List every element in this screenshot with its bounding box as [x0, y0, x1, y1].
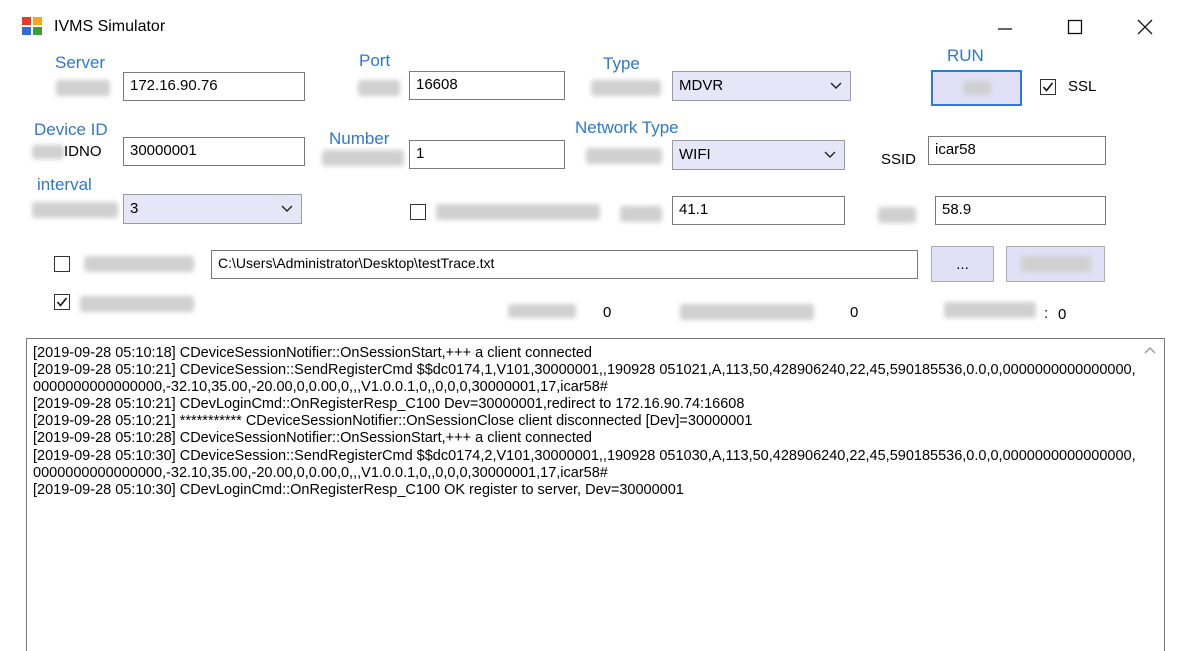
- annotation-type: Type: [603, 54, 640, 73]
- type-combobox[interactable]: MDVR: [672, 71, 851, 101]
- log-line: [2019-09-28 05:10:21] CDevLoginCmd::OnRe…: [33, 396, 745, 413]
- annotation-server: Server: [55, 53, 106, 72]
- interval-combobox-value: 3: [130, 200, 139, 217]
- count-2-value: 0: [850, 304, 859, 321]
- chevron-down-icon: [830, 82, 842, 89]
- count-3-value: 0: [1058, 306, 1067, 323]
- longitude-input[interactable]: 41.1: [672, 196, 845, 225]
- blurred-label-network-type: [586, 148, 662, 164]
- annotation-network-type: Network Type: [575, 118, 679, 137]
- port-input[interactable]: 16608: [409, 71, 565, 100]
- annotation-interval: interval: [37, 175, 92, 194]
- log-lines: [2019-09-28 05:10:18] CDeviceSessionNoti…: [33, 345, 1143, 499]
- ssl-label: SSL: [1068, 78, 1097, 95]
- annotation-port: Port: [359, 51, 391, 70]
- fixed-position-checkbox[interactable]: [410, 204, 426, 220]
- check-icon: [1042, 82, 1054, 92]
- ssid-input[interactable]: icar58: [928, 136, 1106, 165]
- blurred-label-fixed-position: [436, 204, 600, 220]
- log-textarea[interactable]: [2019-09-28 05:10:18] CDeviceSessionNoti…: [26, 338, 1165, 651]
- blurred-label-server: [56, 80, 110, 96]
- window-title: IVMS Simulator: [54, 18, 166, 35]
- latitude-input[interactable]: 58.9: [935, 196, 1106, 225]
- chevron-down-icon: [281, 205, 293, 212]
- annotation-run: RUN: [947, 46, 984, 65]
- close-icon[interactable]: [1122, 10, 1168, 44]
- blurred-label-type: [591, 80, 661, 96]
- app-icon: [22, 17, 42, 35]
- main-window: IVMS Simulator Server Port Type RUN Devi…: [0, 0, 1189, 651]
- chevron-down-icon: [824, 151, 836, 158]
- run-button[interactable]: [931, 70, 1022, 106]
- blurred-label-device-id: [32, 145, 64, 159]
- log-line: [2019-09-28 05:10:18] CDeviceSessionNoti…: [33, 345, 592, 361]
- load-button[interactable]: [1006, 246, 1105, 282]
- scroll-up-icon[interactable]: [1144, 345, 1156, 355]
- blurred-label-latitude: [878, 207, 916, 223]
- log-line: [2019-09-28 05:10:21] *********** CDevic…: [33, 413, 753, 430]
- browse-button[interactable]: ...: [931, 246, 994, 282]
- minimize-icon[interactable]: [982, 10, 1028, 44]
- log-line: [2019-09-28 05:10:30] CDevLoginCmd::OnRe…: [33, 481, 684, 498]
- annotation-device-id: Device ID: [34, 120, 108, 139]
- count-3-separator: :: [1044, 305, 1049, 322]
- title-bar: IVMS Simulator: [0, 0, 1189, 52]
- blurred-label-count-2: [680, 304, 814, 320]
- log-line: [2019-09-28 05:10:30] CDeviceSession::Se…: [33, 447, 1136, 481]
- trace-path-input[interactable]: C:\Users\Administrator\Desktop\testTrace…: [211, 250, 918, 279]
- interval-combobox[interactable]: 3: [123, 194, 302, 224]
- network-type-combobox[interactable]: WIFI: [672, 140, 845, 170]
- device-id-input[interactable]: 30000001: [123, 137, 305, 166]
- option-checkbox[interactable]: [54, 294, 70, 310]
- blurred-label-trace-file: [84, 256, 194, 272]
- blurred-label-count-1: [508, 304, 576, 318]
- annotation-number: Number: [329, 129, 390, 148]
- blurred-label-longitude: [620, 206, 662, 222]
- type-combobox-value: MDVR: [679, 77, 724, 94]
- blurred-label-count-3: [944, 302, 1036, 318]
- check-icon: [56, 297, 68, 307]
- blurred-label-option: [80, 296, 194, 312]
- count-1-value: 0: [603, 304, 612, 321]
- log-line: [2019-09-28 05:10:21] CDeviceSession::Se…: [33, 362, 1136, 396]
- blurred-label-port: [358, 80, 400, 96]
- number-input[interactable]: 1: [409, 140, 565, 169]
- network-type-combobox-value: WIFI: [679, 146, 711, 163]
- trace-file-checkbox[interactable]: [54, 256, 70, 272]
- server-input[interactable]: 172.16.90.76: [123, 72, 305, 101]
- idno-label: IDNO: [64, 143, 102, 160]
- blurred-label-number: [322, 150, 404, 166]
- run-button-blurred-label: [962, 81, 991, 95]
- load-button-blurred-label: [1020, 256, 1091, 272]
- maximize-icon[interactable]: [1052, 10, 1098, 44]
- log-line: [2019-09-28 05:10:28] CDeviceSessionNoti…: [33, 430, 592, 447]
- ssid-label: SSID: [881, 151, 917, 168]
- blurred-label-interval: [32, 202, 118, 218]
- ssl-checkbox[interactable]: [1040, 79, 1056, 95]
